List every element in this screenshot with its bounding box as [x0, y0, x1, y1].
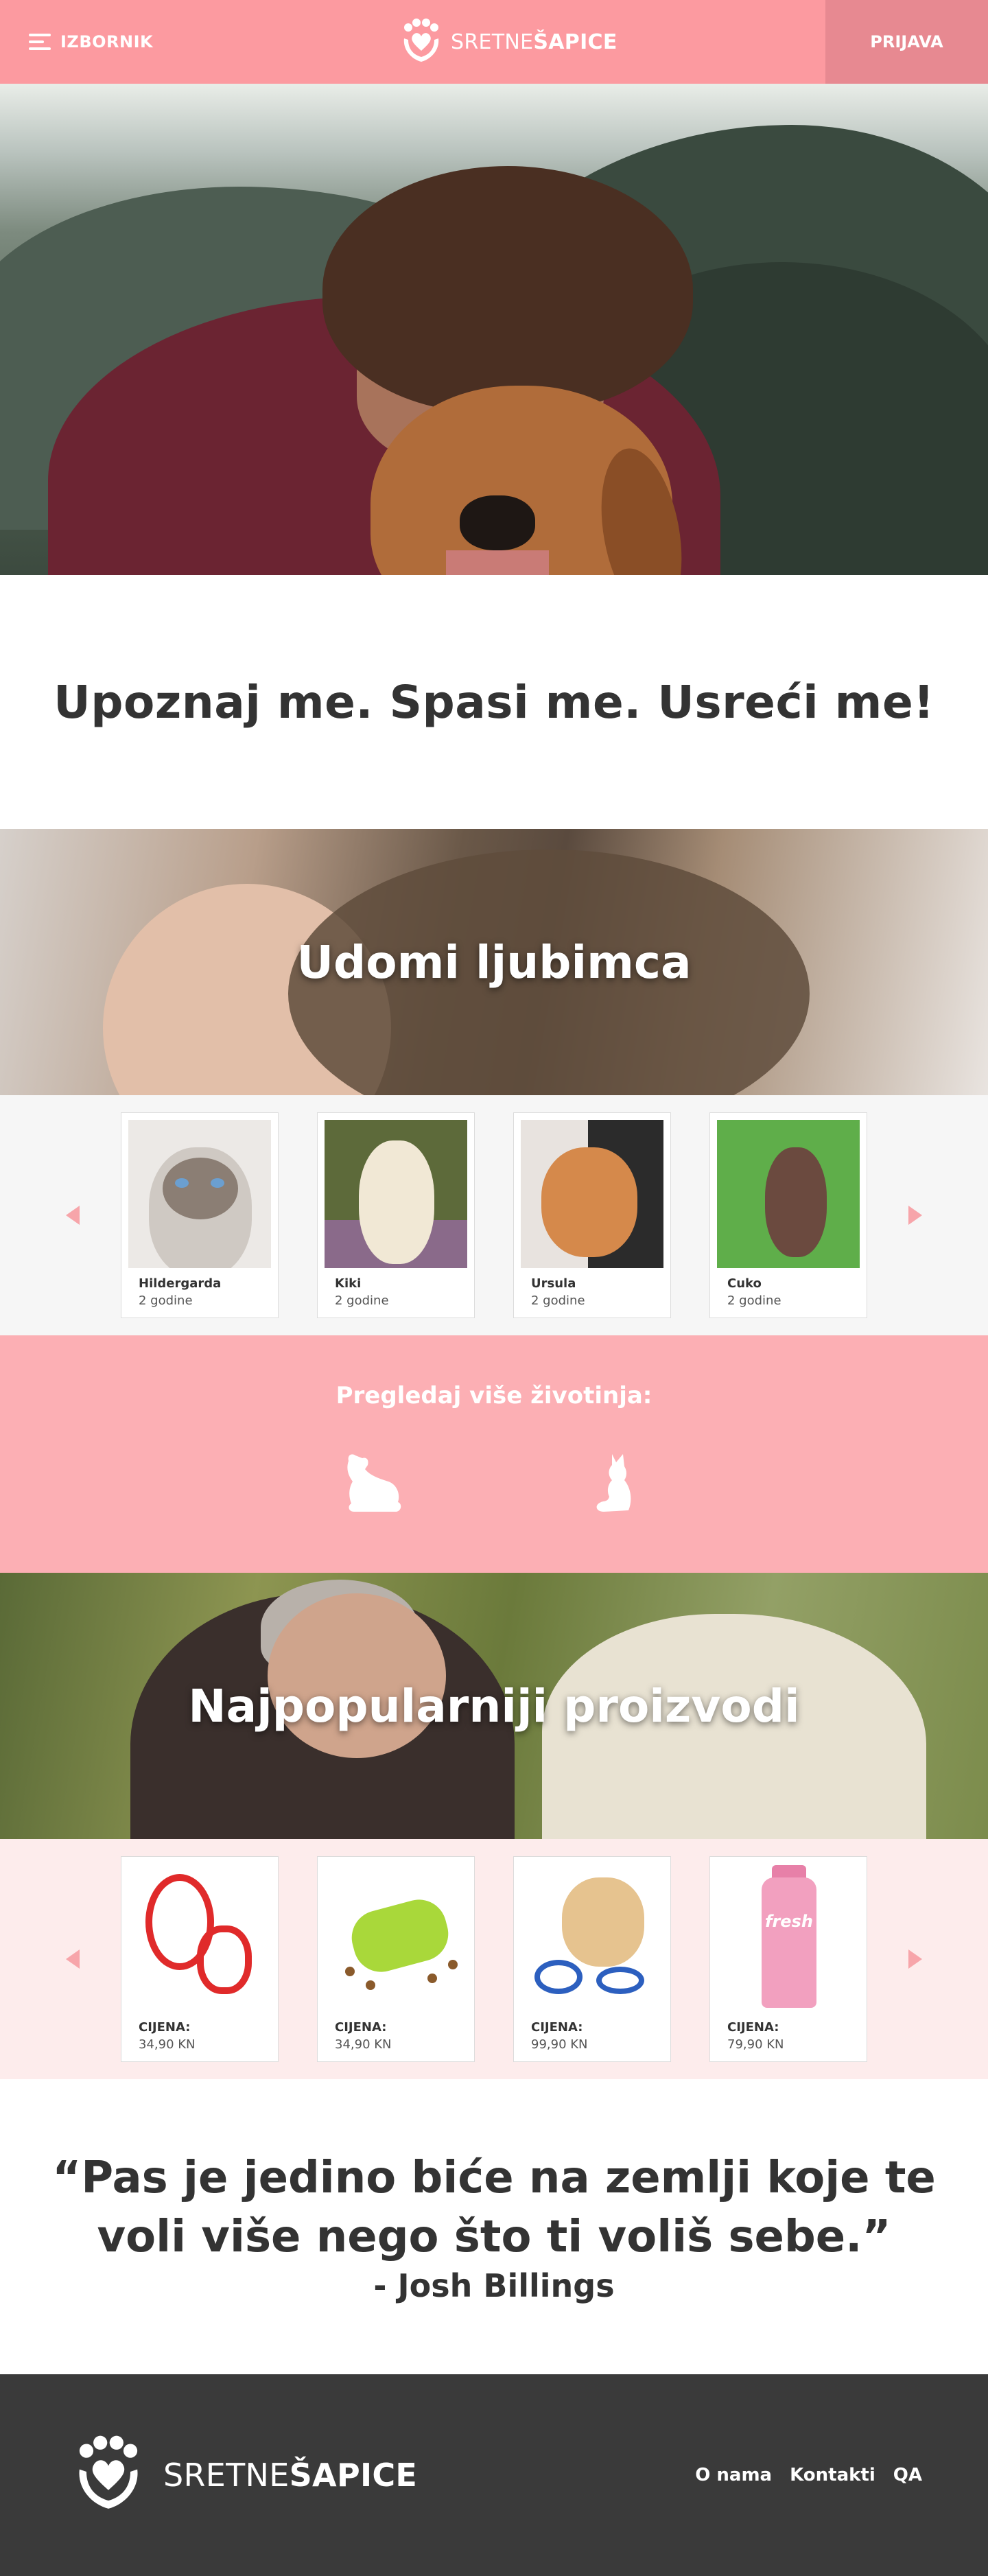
product-card[interactable]: CIJENA: 34,90 KN — [121, 1856, 279, 2062]
product-price: 99,90 KN — [531, 2037, 588, 2052]
pet-photo — [521, 1120, 663, 1268]
price-label: CIJENA: — [727, 2020, 779, 2035]
pet-card[interactable]: Cuko 2 godine — [709, 1112, 867, 1318]
pet-age: 2 godine — [335, 1293, 389, 1308]
site-footer: SRETNEŠAPICE O nama Kontakti QA — [0, 2374, 988, 2576]
pet-name: Cuko — [727, 1276, 762, 1291]
product-photo: fresh — [717, 1864, 860, 2012]
pet-name: Hildergarda — [139, 1276, 222, 1291]
price-label: CIJENA: — [335, 2020, 387, 2035]
pets-carousel: Hildergarda 2 godine Kiki 2 godine Ursul… — [0, 1095, 988, 1335]
site-header: IZBORNIK SRETNEŠAPICE PRIJAVA — [0, 0, 988, 84]
products-banner: Najpopularniji proizvodi — [0, 1573, 988, 1839]
pet-photo — [325, 1120, 467, 1268]
logo-text: SRETNEŠAPICE — [451, 30, 618, 54]
product-price: 79,90 KN — [727, 2037, 784, 2052]
product-label-text: fresh — [765, 1912, 813, 1931]
hero-image — [0, 84, 988, 575]
tagline-section: Upoznaj me. Spasi me. Usreći me! — [0, 575, 988, 829]
browse-dogs-link[interactable] — [335, 1449, 403, 1520]
browse-cats-link[interactable] — [589, 1449, 644, 1520]
pet-card[interactable]: Ursula 2 godine — [513, 1112, 671, 1318]
quote-author: - Josh Billings — [373, 2267, 615, 2304]
quote-text: “Pas je jedino biće na zemlji koje te vo… — [52, 2153, 936, 2262]
footer-link-about[interactable]: O nama — [695, 2465, 772, 2485]
pet-card[interactable]: Kiki 2 godine — [317, 1112, 475, 1318]
carousel-prev-arrow-icon[interactable] — [66, 1949, 80, 1969]
tagline-heading: Upoznaj me. Spasi me. Usreći me! — [54, 675, 934, 729]
pet-name: Kiki — [335, 1276, 362, 1291]
menu-button[interactable]: IZBORNIK — [29, 0, 153, 84]
product-card[interactable]: fresh CIJENA: 79,90 KN — [709, 1856, 867, 2062]
product-photo — [325, 1864, 467, 2012]
browse-title: Pregledaj više životinja: — [336, 1382, 652, 1409]
product-price: 34,90 KN — [335, 2037, 392, 2052]
pet-age: 2 godine — [139, 1293, 193, 1308]
pet-name: Ursula — [531, 1276, 576, 1291]
product-photo — [128, 1864, 271, 2012]
price-label: CIJENA: — [139, 2020, 191, 2035]
carousel-prev-arrow-icon[interactable] — [66, 1206, 80, 1225]
pet-card[interactable]: Hildergarda 2 godine — [121, 1112, 279, 1318]
product-photo — [521, 1864, 663, 2012]
products-carousel: CIJENA: 34,90 KN CIJENA: 34,90 KN CIJENA… — [0, 1839, 988, 2079]
paw-heart-icon — [79, 2435, 138, 2509]
paw-heart-icon — [403, 19, 439, 62]
product-price: 34,90 KN — [139, 2037, 196, 2052]
quote-section: “Pas je jedino biće na zemlji koje te vo… — [0, 2079, 988, 2374]
pet-age: 2 godine — [531, 1293, 585, 1308]
pet-photo — [128, 1120, 271, 1268]
products-banner-title: Najpopularniji proizvodi — [188, 1679, 800, 1733]
product-card[interactable]: CIJENA: 99,90 KN — [513, 1856, 671, 2062]
cat-icon — [596, 1454, 631, 1512]
menu-label: IZBORNIK — [60, 32, 154, 51]
carousel-next-arrow-icon[interactable] — [908, 1206, 922, 1225]
adopt-banner: Udomi ljubimca — [0, 829, 988, 1095]
product-card[interactable]: CIJENA: 34,90 KN — [317, 1856, 475, 2062]
hamburger-icon — [29, 34, 51, 50]
footer-link-qa[interactable]: QA — [893, 2465, 922, 2485]
footer-logo[interactable]: SRETNEŠAPICE — [69, 2435, 417, 2516]
logo[interactable]: SRETNEŠAPICE — [400, 18, 618, 66]
adopt-banner-title: Udomi ljubimca — [296, 935, 692, 989]
carousel-next-arrow-icon[interactable] — [908, 1949, 922, 1969]
footer-logo-text: SRETNEŠAPICE — [163, 2457, 418, 2494]
login-button[interactable]: PRIJAVA — [825, 0, 988, 84]
pet-age: 2 godine — [727, 1293, 781, 1308]
footer-link-contact[interactable]: Kontakti — [790, 2465, 875, 2485]
footer-nav: O nama Kontakti QA — [695, 2374, 922, 2576]
dog-icon — [347, 1454, 401, 1512]
price-label: CIJENA: — [531, 2020, 583, 2035]
browse-animals-section: Pregledaj više životinja: — [0, 1335, 988, 1573]
pet-photo — [717, 1120, 860, 1268]
